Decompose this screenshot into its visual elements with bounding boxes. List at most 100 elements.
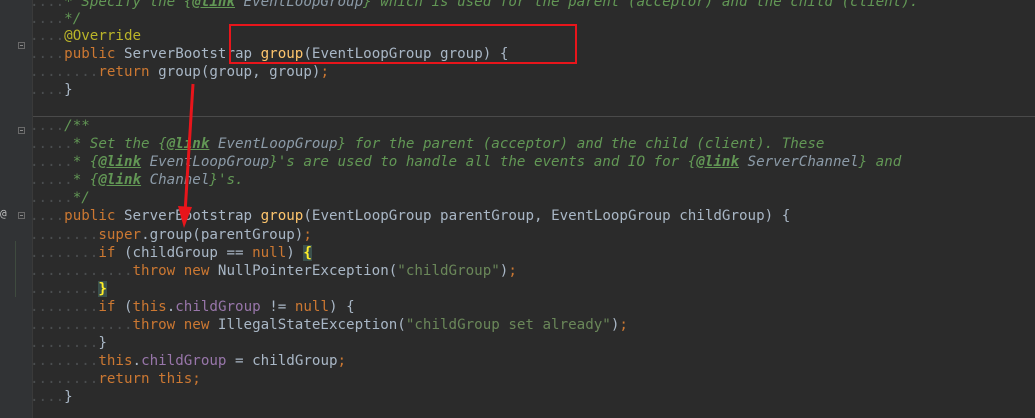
code-token: throw new — [132, 317, 218, 333]
code-token: if — [98, 245, 124, 261]
code-line[interactable]: ........super.group(parentGroup); — [30, 226, 312, 244]
code-token: ; — [320, 64, 329, 80]
code-token: throw new — [132, 263, 218, 279]
code-token: ........ — [30, 245, 99, 261]
code-line[interactable]: ........this.childGroup = childGroup; — [30, 352, 346, 370]
code-token: .... — [30, 118, 65, 134]
code-token: IllegalStateException( — [217, 317, 406, 333]
code-line[interactable]: .....*/ — [30, 189, 90, 207]
code-token: } — [64, 82, 73, 98]
code-line[interactable]: ............throw new NullPointerExcepti… — [30, 262, 517, 280]
code-token: /** — [64, 118, 90, 134]
code-token: ........ — [30, 64, 99, 80]
code-token: @link — [98, 154, 142, 170]
code-token: .... — [30, 208, 65, 224]
code-token: @link — [696, 154, 739, 170]
code-token: this — [98, 353, 133, 369]
code-line[interactable]: .....* Set the {@link EventLoopGroup} fo… — [30, 135, 824, 153]
code-line[interactable]: ........if (this.childGroup != null) { — [30, 298, 355, 316]
code-token: != — [260, 299, 295, 315]
code-line[interactable]: ....@Override — [30, 27, 141, 45]
code-token: * Set the { — [72, 136, 167, 152]
code-token: * Specify the { — [64, 0, 193, 10]
code-token: return — [98, 64, 159, 80]
code-line[interactable]: .....* {@link Channel}'s. — [30, 171, 244, 189]
code-line[interactable]: ........} — [30, 334, 107, 352]
code-token: EventLoopGroup — [209, 136, 338, 152]
code-token: ) { — [329, 299, 355, 315]
code-token: */ — [72, 190, 90, 206]
code-line[interactable]: ........if (childGroup == null) { — [30, 244, 312, 262]
code-token: ........ — [30, 281, 99, 297]
code-line[interactable]: ..../** — [30, 117, 90, 135]
code-token: null — [252, 245, 287, 261]
code-token: if — [98, 299, 124, 315]
code-token: * { — [72, 154, 99, 170]
code-token: super — [98, 227, 142, 243]
code-token: ; — [619, 317, 628, 333]
code-token: } — [64, 389, 73, 405]
code-token: ..... — [30, 172, 73, 188]
code-token: { — [303, 245, 312, 261]
code-line[interactable]: ....* Specify the {@link EventLoopGroup}… — [30, 0, 918, 11]
code-token: ) — [286, 245, 304, 261]
code-token: NullPointerException( — [217, 263, 398, 279]
code-token: "childGroup set already" — [405, 317, 611, 333]
code-token: .group(parentGroup) — [141, 227, 304, 243]
code-line[interactable]: ........} — [30, 280, 107, 298]
code-token: ........ — [30, 299, 99, 315]
code-token: .... — [30, 46, 65, 62]
code-line[interactable]: ....} — [30, 388, 73, 406]
code-token: .... — [30, 28, 65, 44]
code-token: ServerBootstrap — [123, 208, 261, 224]
code-line[interactable]: ....*/ — [30, 10, 81, 28]
code-token: @link — [98, 172, 142, 188]
code-token: this — [132, 299, 167, 315]
code-token: } — [98, 335, 107, 351]
code-line[interactable]: ........return this; — [30, 370, 201, 388]
code-token: ........ — [30, 371, 99, 387]
code-token: }'s are used to handle all the events an… — [269, 154, 697, 170]
code-token: = childGroup — [226, 353, 338, 369]
code-token: .... — [30, 389, 65, 405]
code-line[interactable]: ....} — [30, 81, 73, 99]
code-token: ..... — [30, 154, 73, 170]
code-token: ..... — [30, 190, 73, 206]
code-token: ............ — [30, 317, 133, 333]
code-token: .... — [30, 0, 65, 10]
code-line[interactable]: ............throw new IllegalStateExcept… — [30, 316, 628, 334]
code-token: "childGroup" — [397, 263, 500, 279]
code-token: return this; — [98, 371, 201, 387]
code-token: ............ — [30, 263, 133, 279]
code-token: group(group, group) — [158, 64, 321, 80]
code-token: } — [98, 281, 107, 297]
code-token: */ — [64, 11, 82, 27]
annotation-highlight-box — [229, 24, 577, 64]
code-token: .... — [30, 11, 65, 27]
code-token: ..... — [30, 136, 73, 152]
code-token: public — [64, 46, 124, 62]
code-token: @Override — [64, 28, 142, 44]
code-token: childGroup — [141, 353, 227, 369]
code-token: ........ — [30, 335, 99, 351]
code-token: @link — [166, 136, 210, 152]
code-token: * { — [72, 172, 99, 188]
code-line[interactable]: ........return group(group, group); — [30, 63, 329, 81]
code-token: ; — [508, 263, 517, 279]
code-editor[interactable]: @ ....* Specify the {@link EventLoopGrou… — [0, 0, 1035, 418]
code-token: } which is used for the parent (acceptor… — [363, 0, 919, 10]
code-token: @link — [192, 0, 236, 10]
code-token: (childGroup == — [123, 245, 253, 261]
code-token: EventLoopGroup — [141, 154, 270, 170]
code-token: } for the parent (acceptor) and the chil… — [337, 136, 825, 152]
code-line[interactable]: .....* {@link EventLoopGroup}'s are used… — [30, 153, 901, 171]
code-token: ServerChannel — [739, 154, 859, 170]
code-token: } and — [858, 154, 902, 170]
code-token: childGroup — [175, 299, 261, 315]
code-token: (EventLoopGroup parentGroup, EventLoopGr… — [303, 208, 791, 224]
code-line[interactable]: ....public ServerBootstrap group(EventLo… — [30, 207, 790, 225]
code-token: .... — [30, 82, 65, 98]
code-token: }'s. — [209, 172, 244, 188]
code-token: public — [64, 208, 124, 224]
code-token: EventLoopGroup — [235, 0, 364, 10]
